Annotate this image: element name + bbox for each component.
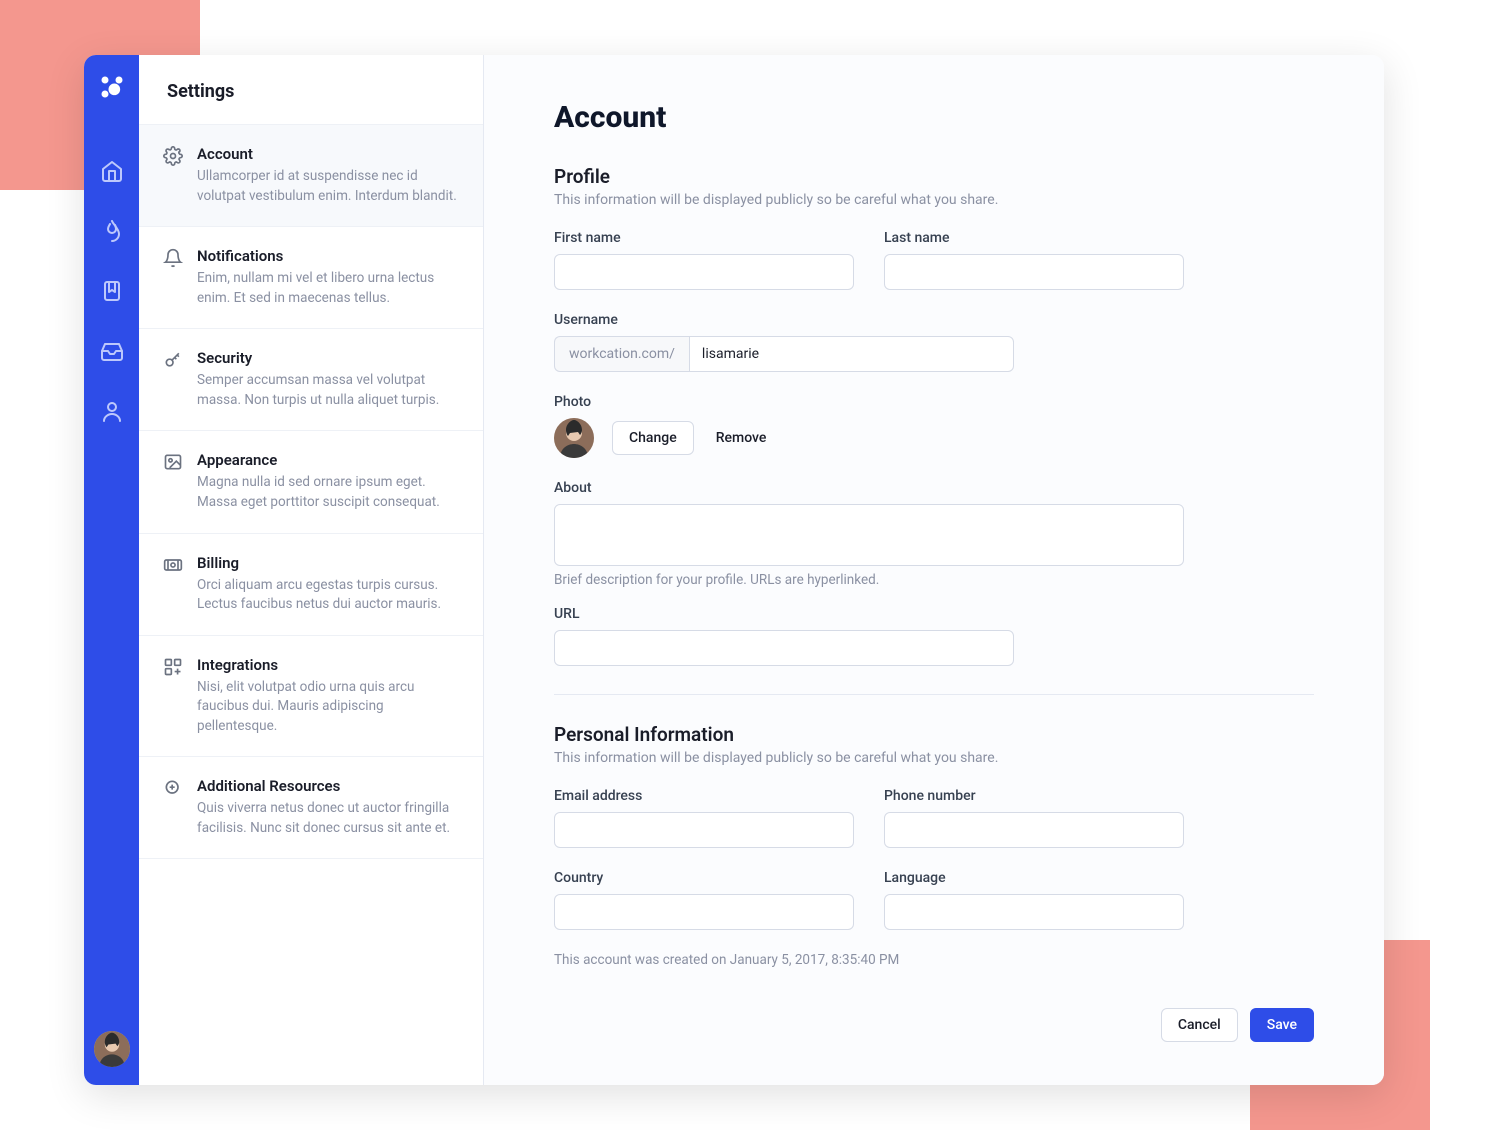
username-prefix: workcation.com/ [554, 336, 689, 372]
country-label: Country [554, 870, 854, 886]
settings-list: Account Ullamcorper id at suspendisse ne… [139, 125, 483, 1085]
app-window: Settings Account Ullamcorper id at suspe… [84, 55, 1384, 1085]
current-user-avatar[interactable] [94, 1031, 130, 1067]
photo-label: Photo [554, 394, 1314, 410]
about-label: About [554, 480, 1184, 496]
settings-title: Settings [139, 55, 483, 125]
nav-rail [84, 55, 139, 1085]
settings-item-label: Account [197, 145, 459, 163]
save-button[interactable]: Save [1250, 1008, 1314, 1042]
phone-input[interactable] [884, 812, 1184, 848]
bell-icon [163, 248, 183, 268]
settings-item-desc: Ullamcorper id at suspendisse nec id vol… [197, 167, 459, 206]
image-icon [163, 452, 183, 472]
language-input[interactable] [884, 894, 1184, 930]
settings-item-account[interactable]: Account Ullamcorper id at suspendisse ne… [139, 125, 483, 227]
profile-photo [554, 418, 594, 458]
settings-item-integrations[interactable]: Integrations Nisi, elit volutpat odio ur… [139, 636, 483, 758]
settings-item-label: Appearance [197, 451, 459, 469]
settings-sidebar: Settings Account Ullamcorper id at suspe… [139, 55, 484, 1085]
inbox-icon[interactable] [100, 339, 124, 363]
settings-item-desc: Magna nulla id sed ornare ipsum eget. Ma… [197, 473, 459, 512]
cash-icon [163, 555, 183, 575]
username-input[interactable] [689, 336, 1014, 372]
email-label: Email address [554, 788, 854, 804]
settings-item-desc: Quis viverra netus donec ut auctor fring… [197, 799, 459, 838]
change-photo-button[interactable]: Change [612, 421, 694, 455]
personal-heading: Personal Information [554, 723, 1314, 746]
home-icon[interactable] [100, 159, 124, 183]
settings-item-appearance[interactable]: Appearance Magna nulla id sed ornare ips… [139, 431, 483, 533]
personal-desc: This information will be displayed publi… [554, 750, 1314, 766]
remove-photo-button[interactable]: Remove [712, 422, 771, 454]
settings-item-resources[interactable]: Additional Resources Quis viverra netus … [139, 757, 483, 859]
first-name-label: First name [554, 230, 854, 246]
settings-item-label: Additional Resources [197, 777, 459, 795]
settings-item-desc: Semper accumsan massa vel volutpat massa… [197, 371, 459, 410]
username-label: Username [554, 312, 1314, 328]
page-title: Account [554, 100, 1314, 135]
gear-icon [163, 146, 183, 166]
settings-item-desc: Nisi, elit volutpat odio urna quis arcu … [197, 678, 459, 737]
key-icon [163, 350, 183, 370]
flame-icon[interactable] [100, 219, 124, 243]
grid-plus-icon [163, 657, 183, 677]
user-icon[interactable] [100, 399, 124, 423]
form-actions: Cancel Save [554, 1008, 1314, 1042]
settings-item-desc: Orci aliquam arcu egestas turpis cursus.… [197, 576, 459, 615]
profile-desc: This information will be displayed publi… [554, 192, 1314, 208]
bookmark-icon[interactable] [100, 279, 124, 303]
app-logo [98, 73, 126, 101]
settings-item-desc: Enim, nullam mi vel et libero urna lectu… [197, 269, 459, 308]
about-textarea[interactable] [554, 504, 1184, 566]
language-label: Language [884, 870, 1184, 886]
settings-item-label: Integrations [197, 656, 459, 674]
settings-item-label: Security [197, 349, 459, 367]
email-input[interactable] [554, 812, 854, 848]
first-name-input[interactable] [554, 254, 854, 290]
settings-item-notifications[interactable]: Notifications Enim, nullam mi vel et lib… [139, 227, 483, 329]
section-divider [554, 694, 1314, 695]
url-input[interactable] [554, 630, 1014, 666]
profile-heading: Profile [554, 165, 1314, 188]
phone-label: Phone number [884, 788, 1184, 804]
settings-item-label: Notifications [197, 247, 459, 265]
magnify-icon [163, 778, 183, 798]
settings-item-billing[interactable]: Billing Orci aliquam arcu egestas turpis… [139, 534, 483, 636]
url-label: URL [554, 606, 1014, 622]
last-name-input[interactable] [884, 254, 1184, 290]
cancel-button[interactable]: Cancel [1161, 1008, 1238, 1042]
settings-item-security[interactable]: Security Semper accumsan massa vel volut… [139, 329, 483, 431]
country-input[interactable] [554, 894, 854, 930]
settings-item-label: Billing [197, 554, 459, 572]
about-helper: Brief description for your profile. URLs… [554, 572, 1184, 588]
main-content: Account Profile This information will be… [484, 55, 1384, 1085]
last-name-label: Last name [884, 230, 1184, 246]
created-note: This account was created on January 5, 2… [554, 952, 1314, 968]
